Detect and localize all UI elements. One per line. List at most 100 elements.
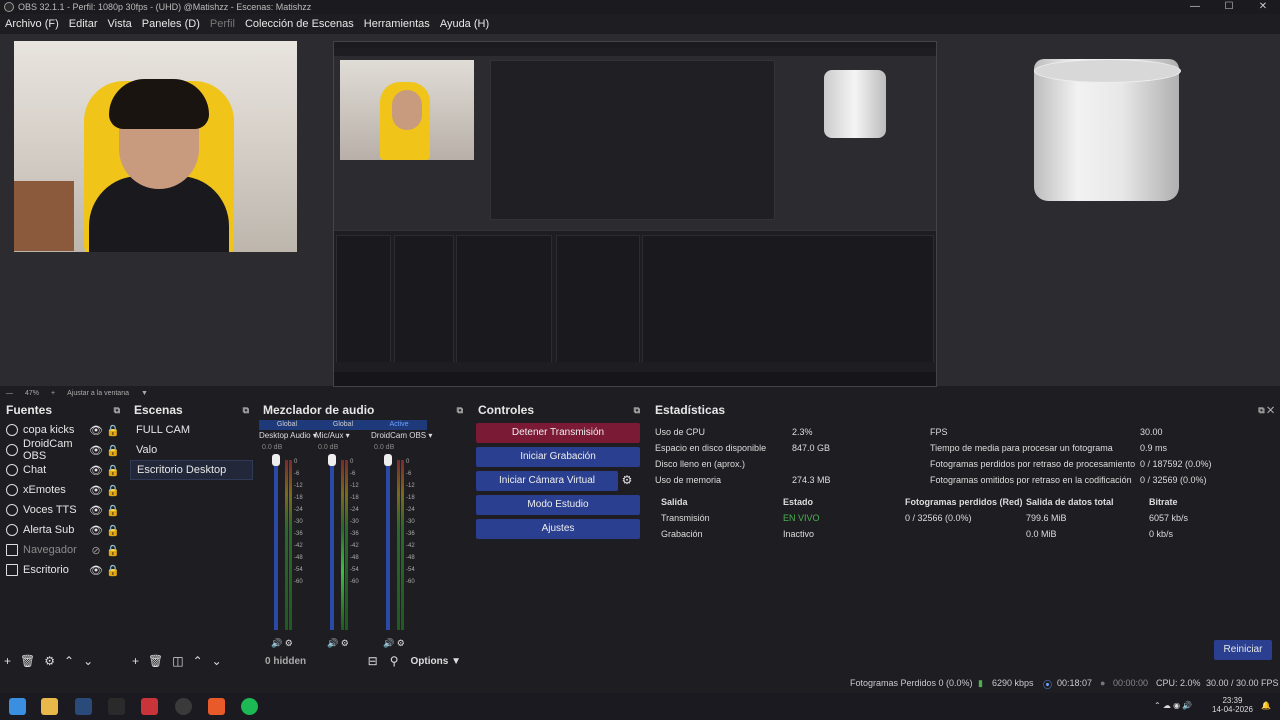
stream-icon: ⦿ [1043, 680, 1053, 690]
scenes-dock: Escenas ⧉ FULL CAM Valo Escritorio Deskt… [128, 401, 255, 671]
remove-source-button[interactable]: 🗑 [20, 654, 35, 668]
channel-name[interactable]: Mic/Aux ▾ [315, 431, 373, 440]
eye-icon[interactable]: 👁 [89, 464, 103, 477]
undock-icon[interactable]: ⧉ ✕ [1258, 405, 1274, 416]
globe-icon [6, 464, 18, 476]
clock[interactable]: 23:39 14-04-2026 [1212, 696, 1253, 714]
remove-scene-button[interactable]: 🗑 [148, 654, 163, 668]
lock-icon[interactable]: 🔒 [106, 484, 120, 497]
eye-icon[interactable]: 👁 [89, 484, 103, 497]
move-down-button[interactable]: ⌄ [212, 654, 222, 668]
source-row[interactable]: copa kicks 👁 🔒 [2, 420, 124, 440]
steam-icon[interactable] [75, 698, 92, 715]
scene-item[interactable]: Valo [130, 440, 253, 460]
maximize-button[interactable]: ☐ [1212, 0, 1246, 14]
gear-icon[interactable]: ⚙ [618, 471, 636, 489]
menu-editar[interactable]: Editar [64, 18, 103, 30]
source-row[interactable]: Alerta Sub 👁 🔒 [2, 520, 124, 540]
menu-perfil[interactable]: Perfil [205, 18, 240, 30]
app-icon[interactable] [141, 698, 158, 715]
lock-icon[interactable]: 🔒 [106, 444, 120, 457]
undock-icon[interactable]: ⧉ [457, 405, 463, 416]
epic-games-icon[interactable] [108, 698, 125, 715]
mute-speaker-icon[interactable]: 🔊 ⚙ [271, 638, 293, 649]
zoom-in-icon[interactable]: + [51, 390, 55, 397]
volume-handle[interactable] [384, 454, 392, 466]
mute-speaker-icon[interactable]: 🔊 ⚙ [327, 638, 349, 649]
close-button[interactable]: ✕ [1246, 0, 1280, 14]
lock-icon[interactable]: 🔒 [106, 524, 120, 537]
gear-icon[interactable]: ⚙ [44, 654, 55, 668]
lock-icon[interactable]: 🔒 [106, 564, 120, 577]
source-row[interactable]: xEmotes 👁 🔒 [2, 480, 124, 500]
stop-stream-button[interactable]: Detener Transmisión [476, 423, 640, 443]
preview-canvas[interactable] [0, 34, 1280, 387]
lock-icon[interactable]: 🔒 [106, 544, 120, 557]
undock-icon[interactable]: ⧉ [243, 405, 249, 416]
controls-dock: Controles ⧉ Detener Transmisión Iniciar … [472, 401, 646, 671]
channel-name[interactable]: DroidCam OBS ▾ [371, 431, 432, 440]
source-row[interactable]: Navegador ⊘ 🔒 [2, 540, 124, 560]
notification-icon[interactable]: 🔔 [1261, 701, 1271, 710]
live-timer: 00:18:07 [1057, 678, 1093, 688]
menu-archivo[interactable]: Archivo (F) [0, 18, 64, 30]
eye-icon[interactable]: 👁 [89, 504, 103, 517]
volume-handle[interactable] [328, 454, 336, 466]
reset-stats-button[interactable]: Reiniciar [1214, 640, 1272, 660]
menu-herramientas[interactable]: Herramientas [359, 18, 435, 30]
monitor-icon [6, 564, 18, 576]
file-explorer-icon[interactable] [41, 698, 58, 715]
mute-speaker-icon[interactable]: 🔊 ⚙ [383, 638, 405, 649]
eye-icon[interactable]: 👁 [89, 524, 103, 537]
source-row[interactable]: Chat 👁 🔒 [2, 460, 124, 480]
menu-ayuda[interactable]: Ayuda (H) [435, 18, 494, 30]
brave-icon[interactable] [208, 698, 225, 715]
volume-slider[interactable] [330, 460, 334, 630]
add-scene-button[interactable]: + [132, 654, 139, 668]
move-up-button[interactable]: ⌃ [193, 654, 203, 668]
menu-vista[interactable]: Vista [103, 18, 137, 30]
link-icon[interactable]: ⚲ [390, 654, 399, 668]
tray-icons[interactable]: ⌃ ☁ ◉ 🔊 [1154, 701, 1192, 710]
source-row[interactable]: Voces TTS 👁 🔒 [2, 500, 124, 520]
settings-button[interactable]: Ajustes [476, 519, 640, 539]
lock-icon[interactable]: 🔒 [106, 464, 120, 477]
eye-icon[interactable]: 👁 [89, 564, 103, 577]
windows-start-icon[interactable] [9, 698, 26, 715]
scene-item-active[interactable]: Escritorio Desktop [130, 460, 253, 480]
undock-icon[interactable]: ⧉ [114, 405, 120, 416]
zoom-out-icon[interactable]: — [6, 390, 13, 397]
eye-hidden-icon[interactable]: ⊘ [89, 544, 103, 557]
lock-icon[interactable]: 🔒 [106, 424, 120, 437]
scene-item[interactable]: FULL CAM [130, 420, 253, 440]
move-up-button[interactable]: ⌃ [64, 654, 74, 668]
source-row[interactable]: Escritorio 👁 🔒 [2, 560, 124, 580]
eye-icon[interactable]: 👁 [89, 444, 103, 457]
options-button[interactable]: Options ▼ [411, 656, 461, 667]
volume-slider[interactable] [386, 460, 390, 630]
move-down-button[interactable]: ⌄ [83, 654, 93, 668]
volume-handle[interactable] [272, 454, 280, 466]
spotify-icon[interactable] [241, 698, 258, 715]
fit-window-label[interactable]: Ajustar a la ventana [67, 390, 129, 397]
chevron-down-icon[interactable]: ▼ [141, 390, 148, 397]
menu-paneles[interactable]: Paneles (D) [137, 18, 205, 30]
undock-icon[interactable]: ⧉ [634, 405, 640, 416]
obs-icon[interactable] [175, 698, 192, 715]
source-row[interactable]: DroidCam OBS 👁 🔒 [2, 438, 124, 462]
studio-mode-button[interactable]: Modo Estudio [476, 495, 640, 515]
filters-icon[interactable]: ◫ [172, 654, 183, 668]
channel-name[interactable]: Desktop Audio ▾ [259, 431, 317, 440]
lock-icon[interactable]: 🔒 [106, 504, 120, 517]
stat-value: 0.9 ms [1140, 443, 1168, 453]
virtual-camera-button[interactable]: Iniciar Cámara Virtual [476, 471, 618, 491]
minimize-button[interactable]: — [1178, 0, 1212, 14]
eye-icon[interactable]: 👁 [89, 424, 103, 437]
start-recording-button[interactable]: Iniciar Grabación [476, 447, 640, 467]
menu-coleccion-escenas[interactable]: Colección de Escenas [240, 18, 359, 30]
layout-icon[interactable]: ⊟ [368, 654, 378, 668]
add-source-button[interactable]: + [4, 654, 11, 668]
stat-label: Fotogramas omitidos por retraso en la co… [930, 475, 1132, 485]
meter-scale: 0 -6 -12 -18 -24 -30 -36 -42 -48 -54 -60 [406, 459, 415, 585]
volume-slider[interactable] [274, 460, 278, 630]
